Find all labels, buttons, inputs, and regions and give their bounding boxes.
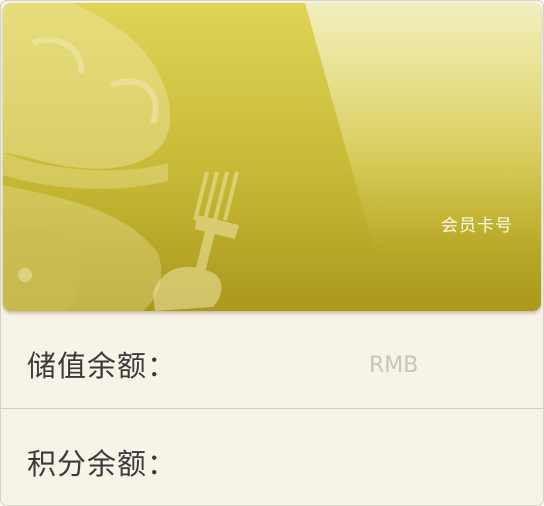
card-artwork [3, 3, 541, 311]
stored-value-label: 储值余额： [27, 349, 178, 383]
stored-value-row: 储值余额： RMB [1, 313, 543, 409]
currency-unit: RMB [369, 353, 419, 378]
card-number-label: 会员卡号 [441, 216, 513, 236]
membership-card-panel: 会员卡号 储值余额： RMB 积分余额： [0, 0, 544, 506]
points-label: 积分余额： [27, 447, 178, 481]
membership-card: 会员卡号 [3, 3, 541, 311]
points-row: 积分余额： [1, 411, 543, 505]
